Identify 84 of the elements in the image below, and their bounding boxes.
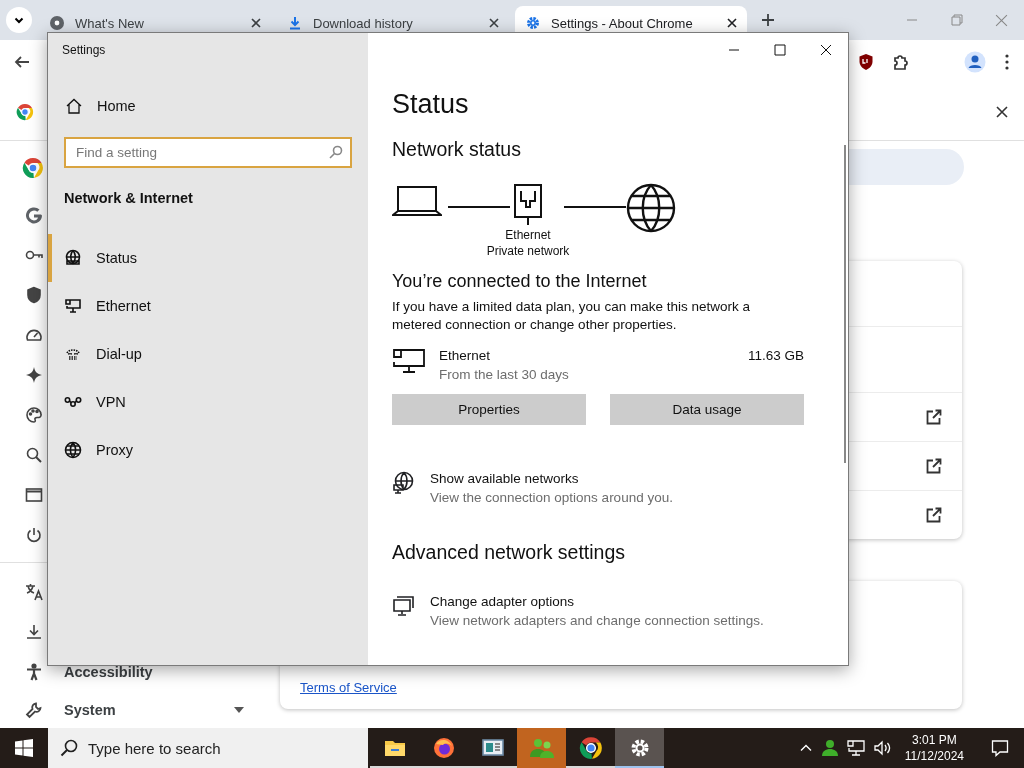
new-tab-icon[interactable] bbox=[761, 13, 775, 27]
network-profile: Private network bbox=[486, 243, 570, 259]
search-field[interactable]: Find a setting bbox=[64, 137, 352, 168]
search-icon bbox=[24, 446, 43, 465]
external-link-icon[interactable] bbox=[926, 458, 942, 474]
home-icon[interactable] bbox=[65, 97, 83, 115]
gear-icon bbox=[525, 15, 541, 31]
tab-search-button[interactable] bbox=[6, 7, 32, 33]
section-heading: Network status bbox=[392, 138, 522, 161]
nav-item[interactable]: Ethernet bbox=[48, 282, 368, 330]
close-icon[interactable] bbox=[820, 44, 832, 56]
section-heading: Network & Internet bbox=[64, 190, 194, 206]
sidebar-item[interactable]: System bbox=[64, 702, 116, 718]
nav-item[interactable]: VPN bbox=[48, 378, 368, 426]
terms-link[interactable]: Terms of Service bbox=[300, 680, 397, 695]
firefox-icon bbox=[431, 736, 456, 760]
external-link-icon[interactable] bbox=[926, 507, 942, 523]
nav-item[interactable]: Proxy bbox=[48, 426, 368, 474]
puzzle-icon[interactable] bbox=[892, 53, 910, 71]
sidebar-item[interactable]: Accessibility bbox=[64, 664, 153, 680]
laptop-icon bbox=[392, 183, 442, 219]
adapter-name: Ethernet bbox=[505, 227, 551, 243]
profile-icon[interactable] bbox=[964, 51, 986, 73]
chrome-icon bbox=[49, 15, 65, 31]
usage-amount: 11.63 GB bbox=[747, 348, 804, 365]
volume-icon[interactable] bbox=[872, 739, 891, 757]
notification-icon[interactable] bbox=[991, 739, 1009, 757]
monitors-icon bbox=[392, 594, 416, 618]
action-button[interactable]: Data usage bbox=[610, 394, 804, 425]
back-arrow-icon[interactable] bbox=[14, 54, 30, 70]
wrench-icon bbox=[24, 701, 43, 719]
browser-tab[interactable]: Download history bbox=[277, 6, 509, 40]
connection-heading: You’re connected to the Internet bbox=[392, 271, 648, 292]
download-icon bbox=[287, 15, 303, 31]
globe-monitor-icon bbox=[64, 249, 82, 267]
home-link[interactable]: Home bbox=[97, 98, 136, 114]
usage-name: Ethernet bbox=[439, 348, 492, 363]
search-icon bbox=[329, 145, 343, 159]
chrome-icon bbox=[16, 103, 34, 121]
ethernet-port-icon bbox=[513, 183, 543, 227]
external-link-icon[interactable] bbox=[926, 409, 942, 425]
nav-item[interactable]: Dial-up bbox=[48, 330, 368, 378]
people-icon bbox=[528, 736, 555, 760]
globe-icon bbox=[64, 441, 82, 459]
accessibility-icon bbox=[24, 663, 43, 681]
link-description: View the connection options around you. bbox=[430, 490, 673, 505]
maximize-icon[interactable] bbox=[774, 44, 786, 56]
link-title[interactable]: Show available networks bbox=[430, 471, 673, 486]
close-icon bbox=[489, 18, 499, 28]
taskbar-search-field[interactable]: Type here to search bbox=[48, 728, 368, 768]
scrollbar[interactable] bbox=[844, 145, 846, 463]
network-monitor-icon bbox=[392, 348, 426, 374]
globe-monitor-icon bbox=[392, 471, 416, 495]
nav-item[interactable]: Status bbox=[48, 234, 368, 282]
close-icon bbox=[251, 18, 261, 28]
g-logo-icon bbox=[24, 206, 43, 225]
person-icon[interactable] bbox=[820, 739, 839, 757]
search-icon bbox=[60, 739, 78, 757]
page-title: Status bbox=[392, 89, 470, 120]
connection-text: If you have a limited data plan, you can make this network a metered connection or change other properties. bbox=[392, 298, 751, 334]
usage-period: From the last 30 days bbox=[439, 367, 570, 382]
clock[interactable]: 3:01 PM 11/12/2024 bbox=[904, 732, 964, 764]
windows-logo-icon bbox=[15, 739, 33, 757]
network-icon[interactable] bbox=[846, 739, 865, 757]
more-menu-icon[interactable] bbox=[1004, 53, 1010, 71]
shield-icon bbox=[24, 286, 43, 305]
window-icon bbox=[24, 486, 43, 505]
dropdown-caret-icon bbox=[234, 707, 244, 713]
link-title[interactable]: Change adapter options bbox=[430, 594, 764, 609]
action-button[interactable]: Properties bbox=[392, 394, 586, 425]
taskbar-app[interactable] bbox=[615, 728, 664, 768]
download-icon bbox=[24, 623, 43, 641]
link-description: View network adapters and change connection settings. bbox=[430, 613, 764, 628]
section-heading: Advanced network settings bbox=[392, 541, 627, 564]
window-title: Settings bbox=[62, 43, 106, 57]
translate-icon bbox=[24, 583, 43, 601]
power-icon bbox=[24, 526, 43, 545]
shield-extension-icon[interactable] bbox=[858, 53, 874, 71]
chrome-icon bbox=[578, 736, 603, 760]
close-icon bbox=[727, 18, 737, 28]
close-icon[interactable] bbox=[996, 106, 1008, 118]
network-monitor-icon bbox=[64, 297, 82, 315]
palette-icon bbox=[24, 406, 43, 425]
chrome-icon bbox=[22, 157, 44, 180]
